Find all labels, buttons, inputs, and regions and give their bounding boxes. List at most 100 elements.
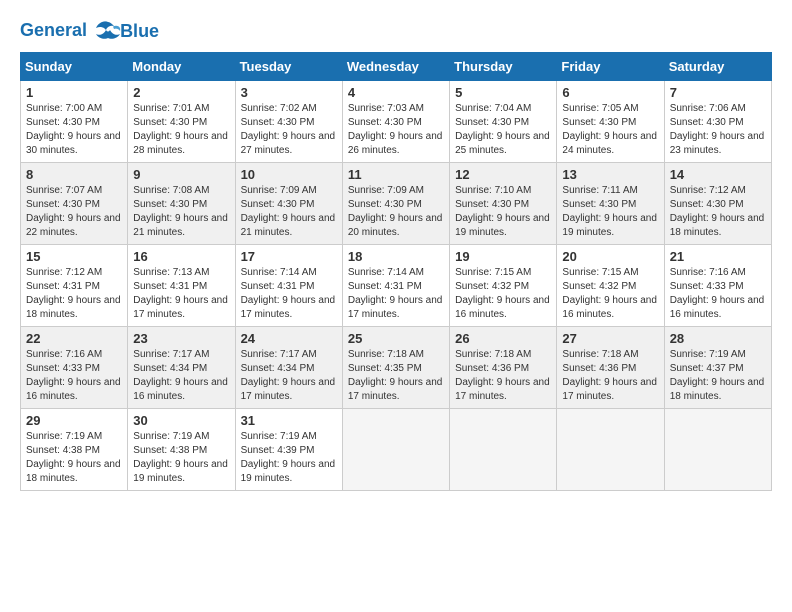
day-number: 10 [241,167,337,182]
day-number: 11 [348,167,444,182]
day-number: 4 [348,85,444,100]
calendar-day-cell: 25 Sunrise: 7:18 AMSunset: 4:35 PMDayligh… [342,327,449,409]
day-of-week-header: Thursday [450,53,557,81]
day-info: Sunrise: 7:08 AMSunset: 4:30 PMDaylight:… [133,184,229,240]
calendar-day-cell: 24 Sunrise: 7:17 AMSunset: 4:34 PMDayligh… [235,327,342,409]
day-of-week-header: Saturday [664,53,771,81]
day-info: Sunrise: 7:18 AMSunset: 4:35 PMDaylight:… [348,348,444,404]
day-number: 29 [26,413,122,428]
calendar-day-cell: 18 Sunrise: 7:14 AMSunset: 4:31 PMDayligh… [342,245,449,327]
day-number: 28 [670,331,766,346]
calendar-day-cell: 20 Sunrise: 7:15 AMSunset: 4:32 PMDayligh… [557,245,664,327]
calendar-day-cell: 30 Sunrise: 7:19 AMSunset: 4:38 PMDayligh… [128,409,235,491]
day-number: 15 [26,249,122,264]
calendar-day-cell: 7Sunrise: 7:06 AMSunset: 4:30 PMDaylight… [664,81,771,163]
day-info: Sunrise: 7:14 AMSunset: 4:31 PMDaylight:… [348,266,444,322]
day-number: 26 [455,331,551,346]
calendar-day-cell: 5Sunrise: 7:04 AMSunset: 4:30 PMDaylight… [450,81,557,163]
day-number: 16 [133,249,229,264]
logo-text-general: General [20,20,87,40]
day-number: 30 [133,413,229,428]
day-info: Sunrise: 7:09 AMSunset: 4:30 PMDaylight:… [241,184,337,240]
calendar-day-cell [557,409,664,491]
day-info: Sunrise: 7:02 AMSunset: 4:30 PMDaylight:… [241,102,337,158]
calendar-day-cell [450,409,557,491]
calendar-day-cell: 21 Sunrise: 7:16 AMSunset: 4:33 PMDayligh… [664,245,771,327]
calendar-day-cell: 23 Sunrise: 7:17 AMSunset: 4:34 PMDayligh… [128,327,235,409]
day-info: Sunrise: 7:12 AMSunset: 4:30 PMDaylight:… [670,184,766,240]
day-number: 3 [241,85,337,100]
day-number: 17 [241,249,337,264]
calendar-day-cell: 4 Sunrise: 7:03 AMSunset: 4:30 PMDaylight… [342,81,449,163]
day-info: Sunrise: 7:16 AMSunset: 4:33 PMDaylight:… [26,348,122,404]
day-of-week-header: Friday [557,53,664,81]
calendar-header-row: SundayMondayTuesdayWednesdayThursdayFrid… [21,53,772,81]
day-number: 6 [562,85,658,100]
calendar-day-cell: 3 Sunrise: 7:02 AMSunset: 4:30 PMDaylight… [235,81,342,163]
calendar-week-row: 29 Sunrise: 7:19 AMSunset: 4:38 PMDayligh… [21,409,772,491]
calendar-day-cell: 6 Sunrise: 7:05 AMSunset: 4:30 PMDaylight… [557,81,664,163]
day-info: Sunrise: 7:12 AMSunset: 4:31 PMDaylight:… [26,266,122,322]
calendar-day-cell: 28 Sunrise: 7:19 AMSunset: 4:37 PMDayligh… [664,327,771,409]
logo: General Blue [20,20,159,42]
day-number: 18 [348,249,444,264]
calendar-day-cell: 8 Sunrise: 7:07 AMSunset: 4:30 PMDaylight… [21,163,128,245]
day-number: 21 [670,249,766,264]
day-info: Sunrise: 7:17 AMSunset: 4:34 PMDaylight:… [133,348,229,404]
calendar-day-cell: 1 Sunrise: 7:00 AMSunset: 4:30 PMDaylight… [21,81,128,163]
calendar-day-cell: 2 Sunrise: 7:01 AMSunset: 4:30 PMDaylight… [128,81,235,163]
day-number: 22 [26,331,122,346]
calendar-day-cell: 27Sunrise: 7:18 AMSunset: 4:36 PMDayligh… [557,327,664,409]
calendar-day-cell: 14Sunrise: 7:12 AMSunset: 4:30 PMDayligh… [664,163,771,245]
day-number: 24 [241,331,337,346]
calendar-day-cell: 12 Sunrise: 7:10 AMSunset: 4:30 PMDayligh… [450,163,557,245]
day-number: 9 [133,167,229,182]
day-of-week-header: Tuesday [235,53,342,81]
day-info: Sunrise: 7:15 AMSunset: 4:32 PMDaylight:… [562,266,658,322]
day-info: Sunrise: 7:01 AMSunset: 4:30 PMDaylight:… [133,102,229,158]
day-number: 19 [455,249,551,264]
calendar-day-cell [342,409,449,491]
logo-text-blue: Blue [120,21,159,42]
page-header: General Blue [20,20,772,42]
calendar-day-cell: 22 Sunrise: 7:16 AMSunset: 4:33 PMDayligh… [21,327,128,409]
calendar-day-cell: 29 Sunrise: 7:19 AMSunset: 4:38 PMDayligh… [21,409,128,491]
calendar-table: SundayMondayTuesdayWednesdayThursdayFrid… [20,52,772,491]
day-info: Sunrise: 7:17 AMSunset: 4:34 PMDaylight:… [241,348,337,404]
calendar-day-cell: 31 Sunrise: 7:19 AMSunset: 4:39 PMDayligh… [235,409,342,491]
day-number: 5 [455,85,551,100]
day-info: Sunrise: 7:15 AMSunset: 4:32 PMDaylight:… [455,266,551,322]
calendar-day-cell [664,409,771,491]
day-number: 31 [241,413,337,428]
calendar-day-cell: 10 Sunrise: 7:09 AMSunset: 4:30 PMDayligh… [235,163,342,245]
calendar-week-row: 1 Sunrise: 7:00 AMSunset: 4:30 PMDaylight… [21,81,772,163]
day-number: 1 [26,85,122,100]
day-number: 20 [562,249,658,264]
day-info: Sunrise: 7:05 AMSunset: 4:30 PMDaylight:… [562,102,658,158]
calendar-day-cell: 15 Sunrise: 7:12 AMSunset: 4:31 PMDayligh… [21,245,128,327]
day-info: Sunrise: 7:19 AMSunset: 4:38 PMDaylight:… [133,430,229,486]
calendar-day-cell: 9 Sunrise: 7:08 AMSunset: 4:30 PMDaylight… [128,163,235,245]
day-number: 8 [26,167,122,182]
calendar-day-cell: 16 Sunrise: 7:13 AMSunset: 4:31 PMDayligh… [128,245,235,327]
day-number: 23 [133,331,229,346]
day-info: Sunrise: 7:10 AMSunset: 4:30 PMDaylight:… [455,184,551,240]
day-info: Sunrise: 7:19 AMSunset: 4:38 PMDaylight:… [26,430,122,486]
day-info: Sunrise: 7:00 AMSunset: 4:30 PMDaylight:… [26,102,122,158]
day-info: Sunrise: 7:19 AMSunset: 4:39 PMDaylight:… [241,430,337,486]
day-info: Sunrise: 7:13 AMSunset: 4:31 PMDaylight:… [133,266,229,322]
calendar-day-cell: 26 Sunrise: 7:18 AMSunset: 4:36 PMDayligh… [450,327,557,409]
day-info: Sunrise: 7:03 AMSunset: 4:30 PMDaylight:… [348,102,444,158]
day-info: Sunrise: 7:07 AMSunset: 4:30 PMDaylight:… [26,184,122,240]
day-info: Sunrise: 7:14 AMSunset: 4:31 PMDaylight:… [241,266,337,322]
day-number: 12 [455,167,551,182]
day-info: Sunrise: 7:16 AMSunset: 4:33 PMDaylight:… [670,266,766,322]
day-number: 2 [133,85,229,100]
day-number: 25 [348,331,444,346]
day-of-week-header: Monday [128,53,235,81]
logo-bird-icon [94,20,122,42]
day-info: Sunrise: 7:19 AMSunset: 4:37 PMDaylight:… [670,348,766,404]
day-info: Sunrise: 7:18 AMSunset: 4:36 PMDaylight:… [455,348,551,404]
day-of-week-header: Sunday [21,53,128,81]
calendar-day-cell: 11Sunrise: 7:09 AMSunset: 4:30 PMDayligh… [342,163,449,245]
